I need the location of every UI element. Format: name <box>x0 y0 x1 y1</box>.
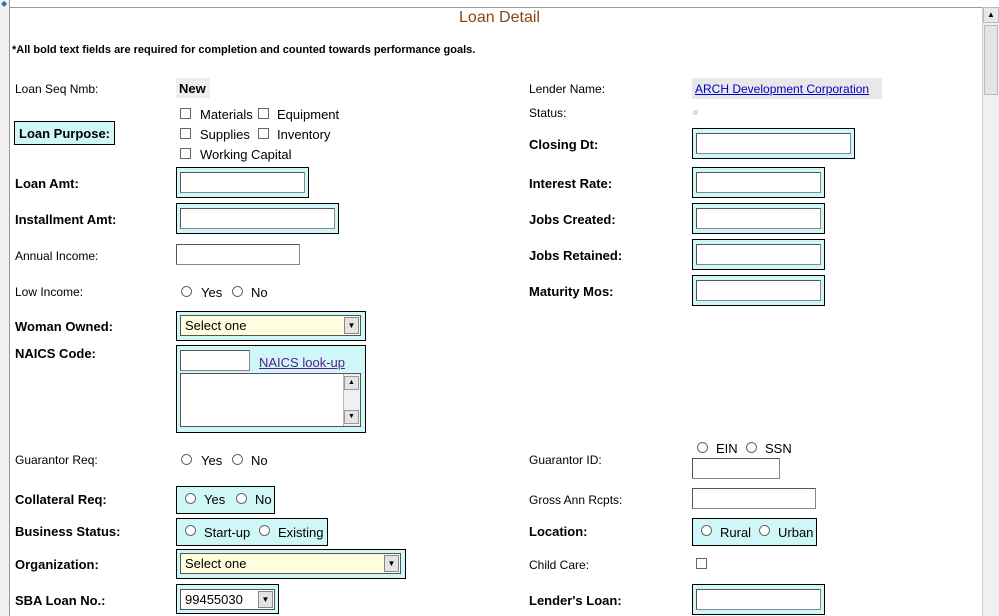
installment-amt-label: Installment Amt: <box>15 212 117 227</box>
purpose-supplies-label: Supplies <box>200 127 250 142</box>
purpose-working-capital-checkbox[interactable] <box>180 148 191 159</box>
location-label: Location: <box>529 524 588 539</box>
collateral-req-yes-radio[interactable] <box>185 493 196 504</box>
purpose-equipment-checkbox[interactable] <box>258 108 269 119</box>
purpose-materials-label: Materials <box>200 107 253 122</box>
guarantor-req-yes-radio[interactable] <box>181 454 192 465</box>
sba-loan-value: 99455030 <box>185 592 243 607</box>
status-indicator <box>693 110 698 115</box>
purpose-inventory-label: Inventory <box>277 127 331 142</box>
jobs-retained-input[interactable] <box>696 244 821 265</box>
low-income-yes-label: Yes <box>201 285 223 300</box>
lenders-loan-input[interactable] <box>696 589 821 610</box>
interest-rate-label: Interest Rate: <box>529 176 613 191</box>
naics-code-input[interactable] <box>180 350 250 371</box>
jobs-created-label: Jobs Created: <box>529 212 616 227</box>
business-status-label: Business Status: <box>15 524 121 539</box>
lenders-loan-label: Lender's Loan: <box>529 593 622 608</box>
guarantor-req-no-radio[interactable] <box>232 454 243 465</box>
sba-loan-select[interactable]: 99455030 ▼ <box>180 589 275 610</box>
location-urban-label: Urban <box>778 525 814 540</box>
naics-description-textarea[interactable]: ▲ ▼ <box>180 373 361 427</box>
woman-owned-select[interactable]: Select one ▼ <box>180 315 361 336</box>
gross-ann-rcpts-input[interactable] <box>692 488 816 509</box>
purpose-working-capital-label: Working Capital <box>200 147 292 162</box>
business-status-startup-radio[interactable] <box>185 525 196 536</box>
chevron-down-icon[interactable]: ▼ <box>258 591 273 608</box>
annual-income-input[interactable] <box>176 244 300 265</box>
guarantor-id-ein-label: EIN <box>716 441 738 456</box>
guarantor-id-input[interactable] <box>692 458 780 479</box>
scroll-thumb[interactable] <box>984 25 998 95</box>
woman-owned-value: Select one <box>185 318 247 333</box>
frame-corner-icon: ◆ <box>1 0 8 8</box>
location-urban-radio[interactable] <box>759 525 770 536</box>
business-status-existing-radio[interactable] <box>259 525 270 536</box>
collateral-req-no-label: No <box>255 492 272 507</box>
annual-income-label: Annual Income: <box>15 249 99 263</box>
maturity-mos-input[interactable] <box>696 280 821 301</box>
chevron-down-icon[interactable]: ▼ <box>384 555 399 572</box>
organization-label: Organization: <box>15 557 99 572</box>
low-income-yes-radio[interactable] <box>181 286 192 297</box>
location-rural-label: Rural <box>720 525 752 540</box>
naics-lookup-link[interactable]: NAICS look-up <box>259 355 345 370</box>
top-frame-border <box>10 7 982 8</box>
loan-purpose-label: Loan Purpose: <box>19 126 111 141</box>
guarantor-id-ssn-radio[interactable] <box>746 442 757 453</box>
woman-owned-label: Woman Owned: <box>15 319 113 334</box>
textarea-scrollbar[interactable]: ▲ ▼ <box>343 374 360 426</box>
business-status-existing-label: Existing <box>278 525 324 540</box>
loan-amt-label: Loan Amt: <box>15 176 79 191</box>
textarea-scroll-down-icon[interactable]: ▼ <box>344 410 359 424</box>
sba-loan-label: SBA Loan No.: <box>15 593 106 608</box>
chevron-down-icon[interactable]: ▼ <box>344 317 359 334</box>
business-status-startup-label: Start-up <box>204 525 251 540</box>
organization-value: Select one <box>185 556 247 571</box>
maturity-mos-label: Maturity Mos: <box>529 284 614 299</box>
low-income-no-radio[interactable] <box>232 286 243 297</box>
guarantor-req-no-label: No <box>251 453 268 468</box>
purpose-materials-checkbox[interactable] <box>180 108 191 119</box>
loan-seq-label: Loan Seq Nmb: <box>15 82 99 96</box>
page-title: Loan Detail <box>459 9 540 26</box>
gross-ann-rcpts-label: Gross Ann Rcpts: <box>529 493 623 507</box>
jobs-created-input[interactable] <box>696 208 821 229</box>
left-frame-border <box>0 0 10 616</box>
low-income-no-label: No <box>251 285 268 300</box>
lender-name-label: Lender Name: <box>529 82 606 96</box>
status-label: Status: <box>529 106 567 120</box>
guarantor-id-label: Guarantor ID: <box>529 453 602 467</box>
guarantor-req-label: Guarantor Req: <box>15 453 98 467</box>
guarantor-id-ssn-label: SSN <box>765 441 792 456</box>
loan-amt-input[interactable] <box>180 172 305 193</box>
guarantor-id-ein-radio[interactable] <box>697 442 708 453</box>
closing-dt-label: Closing Dt: <box>529 137 599 152</box>
purpose-equipment-label: Equipment <box>277 107 340 122</box>
closing-dt-input[interactable] <box>696 133 851 154</box>
required-note: *All bold text fields are required for c… <box>12 44 476 56</box>
lender-name-link[interactable]: ARCH Development Corporation <box>695 82 869 96</box>
collateral-req-no-radio[interactable] <box>236 493 247 504</box>
organization-select[interactable]: Select one ▼ <box>180 553 401 574</box>
guarantor-req-yes-label: Yes <box>201 453 223 468</box>
naics-code-label: NAICS Code: <box>15 346 96 361</box>
location-rural-radio[interactable] <box>701 525 712 536</box>
collateral-req-yes-label: Yes <box>204 492 226 507</box>
low-income-label: Low Income: <box>15 285 84 299</box>
interest-rate-input[interactable] <box>696 172 821 193</box>
collateral-req-label: Collateral Req: <box>15 492 107 507</box>
child-care-label: Child Care: <box>529 558 590 572</box>
textarea-scroll-up-icon[interactable]: ▲ <box>344 376 359 390</box>
purpose-inventory-checkbox[interactable] <box>258 128 269 139</box>
child-care-checkbox[interactable] <box>696 558 707 569</box>
purpose-supplies-checkbox[interactable] <box>180 128 191 139</box>
page-scrollbar[interactable]: ▲ <box>982 7 999 616</box>
loan-seq-value: New <box>179 81 206 96</box>
installment-amt-input[interactable] <box>180 208 335 229</box>
jobs-retained-label: Jobs Retained: <box>529 248 623 263</box>
